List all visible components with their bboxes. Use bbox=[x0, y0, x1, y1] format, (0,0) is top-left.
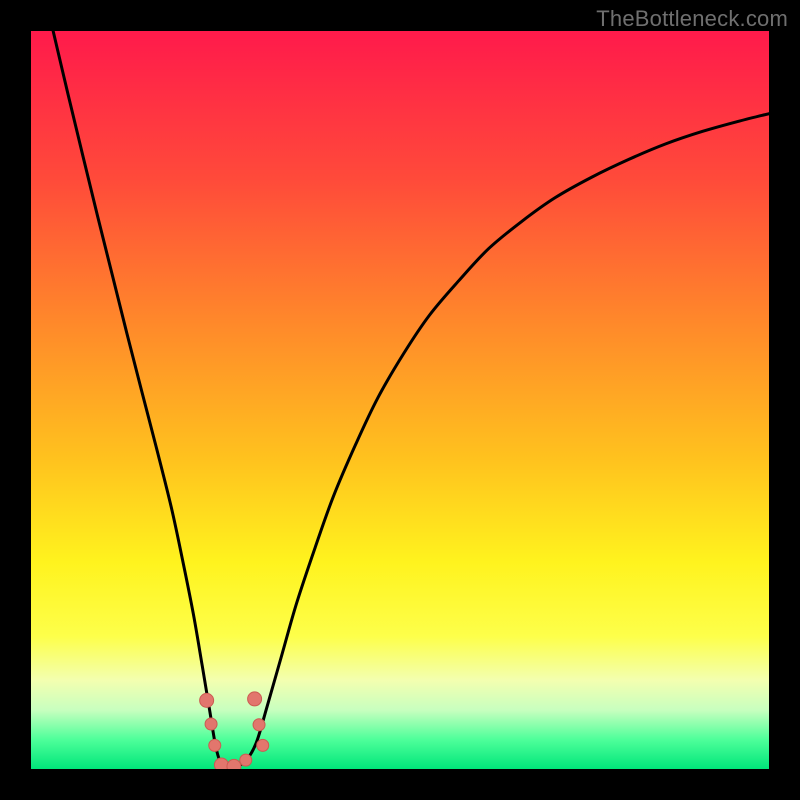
chart-marker bbox=[200, 693, 214, 707]
watermark-text: TheBottleneck.com bbox=[596, 6, 788, 32]
chart-svg bbox=[31, 31, 769, 769]
chart-frame: TheBottleneck.com bbox=[0, 0, 800, 800]
chart-marker bbox=[240, 754, 252, 766]
chart-plot-area bbox=[31, 31, 769, 769]
chart-marker bbox=[257, 739, 269, 751]
chart-marker bbox=[214, 758, 228, 769]
chart-marker bbox=[248, 692, 262, 706]
chart-marker bbox=[253, 719, 265, 731]
chart-marker bbox=[205, 718, 217, 730]
chart-background bbox=[31, 31, 769, 769]
chart-marker bbox=[209, 739, 221, 751]
chart-marker bbox=[227, 759, 241, 769]
